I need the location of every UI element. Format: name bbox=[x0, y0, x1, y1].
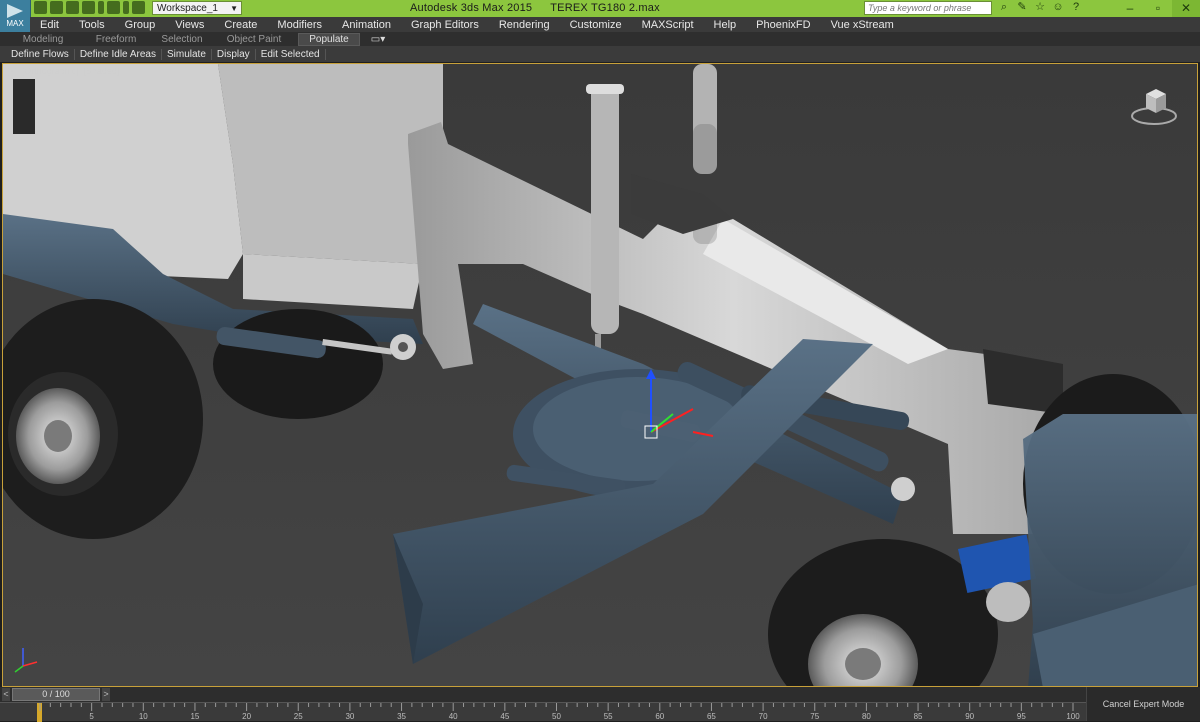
document-name: TEREX TG180 2.max bbox=[550, 2, 660, 14]
menu-views[interactable]: Views bbox=[165, 19, 214, 31]
define-flows-button[interactable]: Define Flows bbox=[6, 48, 75, 60]
tab-modeling[interactable]: Modeling bbox=[0, 34, 86, 45]
workspace-dropdown[interactable]: Workspace_1 ▼ bbox=[152, 1, 242, 15]
tick-label: 85 bbox=[913, 712, 923, 721]
application-button[interactable]: MAX bbox=[0, 0, 31, 32]
open-file-icon[interactable] bbox=[50, 1, 63, 14]
tick-label: 75 bbox=[810, 712, 820, 721]
viewport-label[interactable]: [+] [Orthographic] [Shaded] bbox=[7, 66, 121, 76]
tick-label: 30 bbox=[345, 712, 355, 721]
menu-help[interactable]: Help bbox=[704, 19, 747, 31]
lift-cylinder-left bbox=[591, 84, 619, 334]
tick-label: 40 bbox=[448, 712, 458, 721]
tick-label: 65 bbox=[706, 712, 716, 721]
tab-selection[interactable]: Selection bbox=[146, 34, 218, 45]
menu-phoenixfd[interactable]: PhoenixFD bbox=[746, 19, 820, 31]
simulate-button[interactable]: Simulate bbox=[162, 48, 212, 60]
menu-bar: Edit Tools Group Views Create Modifiers … bbox=[30, 17, 1200, 32]
help-icon[interactable]: ? bbox=[1070, 1, 1082, 14]
tab-populate[interactable]: Populate bbox=[298, 32, 360, 46]
chevron-down-icon: ▼ bbox=[230, 4, 238, 13]
tick-label: 50 bbox=[552, 712, 561, 721]
window-title: Autodesk 3ds Max 2015 TEREX TG180 2.max bbox=[410, 2, 660, 14]
undo-icon[interactable] bbox=[82, 1, 95, 14]
close-icon[interactable]: ✕ bbox=[1172, 0, 1200, 17]
ribbon-tabs: Modeling Freeform Selection Object Paint… bbox=[0, 32, 1200, 46]
app-name: Autodesk 3ds Max 2015 bbox=[410, 2, 533, 14]
cancel-expert-mode-button[interactable]: Cancel Expert Mode bbox=[1086, 687, 1200, 721]
menu-graph-editors[interactable]: Graph Editors bbox=[401, 19, 489, 31]
binoculars-icon[interactable]: ⌕ bbox=[998, 1, 1010, 14]
tick-label: 45 bbox=[500, 712, 510, 721]
redo-icon[interactable] bbox=[107, 1, 120, 14]
menu-animation[interactable]: Animation bbox=[332, 19, 401, 31]
tick-label: 35 bbox=[397, 712, 406, 721]
tools-icon[interactable]: ✎ bbox=[1016, 1, 1028, 14]
viewport-menu-label[interactable]: [+] bbox=[7, 66, 17, 76]
menu-tools[interactable]: Tools bbox=[69, 19, 115, 31]
tick-label: 10 bbox=[138, 712, 148, 721]
undo-dropdown-icon[interactable] bbox=[98, 1, 104, 14]
maximize-icon[interactable]: ▫ bbox=[1144, 0, 1172, 17]
previous-frame-icon[interactable]: < bbox=[2, 688, 10, 701]
title-bar: Workspace_1 ▼ Autodesk 3ds Max 2015 TEREX… bbox=[0, 0, 1200, 17]
quick-access-toolbar bbox=[34, 1, 145, 14]
menu-group[interactable]: Group bbox=[115, 19, 166, 31]
tick-label: 90 bbox=[965, 712, 975, 721]
menu-vue-xstream[interactable]: Vue xStream bbox=[821, 19, 904, 31]
3dsmax-logo-icon bbox=[7, 4, 23, 18]
tick-label: 55 bbox=[603, 712, 613, 721]
tick-label: 5 bbox=[89, 712, 94, 721]
tick-label: 15 bbox=[190, 712, 200, 721]
tick-label: 20 bbox=[242, 712, 252, 721]
track-bar[interactable]: 5 10 15 20 25 30 35 40 45 50 55 60 65 70 75 80 85 90 95 100 bbox=[0, 702, 1086, 722]
user-icon[interactable]: ☺ bbox=[1052, 1, 1064, 14]
tab-freeform[interactable]: Freeform bbox=[86, 34, 146, 45]
edit-selected-button[interactable]: Edit Selected bbox=[256, 48, 326, 60]
tick-label: 70 bbox=[758, 712, 768, 721]
menu-modifiers[interactable]: Modifiers bbox=[267, 19, 332, 31]
viewport-view-label[interactable]: [Orthographic] bbox=[22, 66, 79, 76]
workspace-value: Workspace_1 bbox=[157, 3, 218, 14]
new-file-icon[interactable] bbox=[34, 1, 47, 14]
ribbon-options-icon[interactable]: ▭▾ bbox=[366, 34, 390, 45]
project-folder-icon[interactable] bbox=[132, 1, 145, 14]
menu-maxscript[interactable]: MAXScript bbox=[632, 19, 704, 31]
viewcube-icon[interactable] bbox=[1129, 86, 1179, 128]
menu-customize[interactable]: Customize bbox=[560, 19, 632, 31]
tab-object-paint[interactable]: Object Paint bbox=[218, 34, 290, 45]
application-button-label: MAX bbox=[6, 19, 24, 28]
menu-create[interactable]: Create bbox=[214, 19, 267, 31]
next-frame-icon[interactable]: > bbox=[102, 688, 110, 701]
motor-grader-model bbox=[3, 64, 1197, 686]
window-controls: – ▫ ✕ bbox=[1116, 0, 1200, 17]
tick-label: 95 bbox=[1016, 712, 1026, 721]
ribbon-panel: Define Flows Define Idle Areas Simulate … bbox=[0, 46, 1200, 63]
axis-tripod-icon bbox=[14, 648, 38, 673]
save-file-icon[interactable] bbox=[66, 1, 79, 14]
menu-rendering[interactable]: Rendering bbox=[489, 19, 560, 31]
time-slider[interactable]: 0 / 100 bbox=[12, 688, 100, 701]
star-icon[interactable]: ☆ bbox=[1034, 1, 1046, 14]
minimize-icon[interactable]: – bbox=[1116, 0, 1144, 17]
viewport-shading-label[interactable]: [Shaded] bbox=[83, 66, 119, 76]
perspective-viewport[interactable]: [+] [Orthographic] [Shaded] bbox=[2, 63, 1198, 687]
track-bar-ticks bbox=[37, 703, 1074, 722]
menu-edit[interactable]: Edit bbox=[30, 19, 69, 31]
search-input[interactable]: Type a keyword or phrase bbox=[864, 1, 992, 15]
tick-label: 60 bbox=[655, 712, 665, 721]
define-idle-areas-button[interactable]: Define Idle Areas bbox=[75, 48, 162, 60]
time-slider-bar: < 0 / 100 > bbox=[0, 687, 1200, 702]
tick-label: 25 bbox=[293, 712, 303, 721]
tick-label: 80 bbox=[861, 712, 871, 721]
infocenter-icons: ⌕ ✎ ☆ ☺ ? bbox=[998, 1, 1082, 14]
redo-dropdown-icon[interactable] bbox=[123, 1, 129, 14]
display-button[interactable]: Display bbox=[212, 48, 256, 60]
tick-label: 100 bbox=[1066, 712, 1080, 721]
